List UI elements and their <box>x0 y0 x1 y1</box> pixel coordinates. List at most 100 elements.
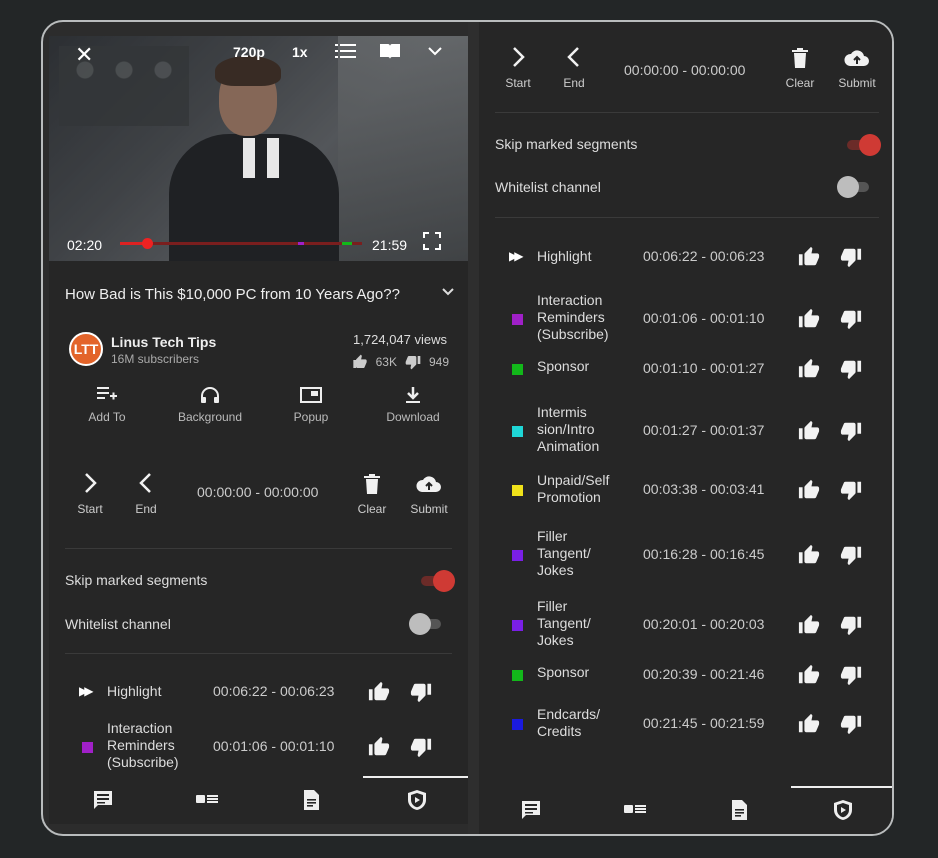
cloud-upload-icon <box>835 46 879 76</box>
downvote-icon[interactable] <box>840 358 862 380</box>
downvote-icon[interactable] <box>840 246 862 268</box>
like-icon <box>352 354 367 368</box>
upvote-icon[interactable] <box>798 479 820 501</box>
downvote-icon[interactable] <box>410 681 432 703</box>
downvote-icon[interactable] <box>840 308 862 330</box>
download-button[interactable]: Download <box>383 386 443 424</box>
related-videos-icon[interactable] <box>623 798 647 822</box>
segment-color-marker <box>82 742 93 753</box>
submit-button[interactable]: Submit <box>835 46 879 90</box>
skip-segments-toggle[interactable] <box>847 134 881 156</box>
book-icon[interactable] <box>379 42 401 65</box>
popup-icon <box>289 386 333 410</box>
close-icon[interactable]: ✕ <box>75 42 93 68</box>
like-stats: 63K 949 <box>352 354 449 370</box>
divider <box>65 548 452 549</box>
downvote-icon[interactable] <box>840 664 862 686</box>
segment-category-line: Endcards/ <box>537 706 601 722</box>
expand-description-icon[interactable] <box>442 284 454 299</box>
divider <box>495 217 879 218</box>
add-to-button[interactable]: Add To <box>87 386 127 424</box>
upvote-icon[interactable] <box>368 736 390 758</box>
related-videos-icon[interactable] <box>195 788 219 812</box>
comments-icon[interactable] <box>519 798 543 822</box>
clear-button[interactable]: Clear <box>355 472 389 516</box>
sponsorblock-controls: Start End 00:00:00 - 00:00:00 Clear Subm… <box>479 46 892 108</box>
upvote-icon[interactable] <box>798 246 820 268</box>
upvote-icon[interactable] <box>798 358 820 380</box>
end-label: End <box>563 76 585 90</box>
segment-color-marker <box>512 670 523 681</box>
start-label: Start <box>77 502 103 516</box>
cloud-upload-icon <box>407 472 451 502</box>
downvote-icon[interactable] <box>840 713 862 735</box>
like-count: 63K <box>375 355 397 369</box>
dislike-count: 949 <box>428 355 449 369</box>
upvote-icon[interactable] <box>798 713 820 735</box>
divider <box>495 112 879 113</box>
background-label: Background <box>177 410 243 424</box>
segment-row: Intermis sion/Intro Animation 00:01:27 - 00… <box>479 404 892 458</box>
submit-button[interactable]: Submit <box>407 472 451 516</box>
start-label: Start <box>505 76 531 90</box>
upvote-icon[interactable] <box>798 664 820 686</box>
whitelist-channel-toggle[interactable] <box>409 613 441 635</box>
speed-button[interactable]: 1x <box>292 44 308 60</box>
subscriber-count: 16M subscribers <box>111 352 200 366</box>
channel-name[interactable]: Linus Tech Tips <box>111 334 216 350</box>
segment-color-marker <box>512 719 523 730</box>
segment-category: Interaction Reminders (Subscribe) <box>537 292 609 343</box>
upvote-icon[interactable] <box>798 544 820 566</box>
highlight-icon: ▶▶ <box>79 684 94 698</box>
segment-category-line: Tangent/ <box>537 545 591 561</box>
quality-button[interactable]: 720p <box>233 44 265 60</box>
end-button[interactable]: End <box>131 472 161 516</box>
chevron-down-icon[interactable] <box>427 44 443 62</box>
upvote-icon[interactable] <box>368 681 390 703</box>
sponsorblock-icon[interactable] <box>405 788 429 812</box>
segment-category-line: (Subscribe) <box>537 326 609 342</box>
seek-bar[interactable] <box>120 238 362 249</box>
segment-color-marker <box>512 485 523 496</box>
downvote-icon[interactable] <box>840 614 862 636</box>
active-tab-indicator <box>363 776 468 778</box>
segment-category: Filler Tangent/Jokes <box>537 598 591 649</box>
segment-category: Sponsor <box>537 358 589 375</box>
video-player[interactable]: ✕ 720p 1x 02:20 21:59 <box>49 36 468 261</box>
comments-icon[interactable] <box>91 788 115 812</box>
channel-avatar[interactable]: LTT <box>69 332 103 366</box>
segment-category-line: Unpaid/Self <box>537 472 610 488</box>
downvote-icon[interactable] <box>840 544 862 566</box>
segment-category: Filler Tangent/Jokes <box>537 528 591 579</box>
segment-row: Endcards/Credits 00:21:45 - 00:21:59 <box>479 706 892 742</box>
end-button[interactable]: End <box>559 46 589 90</box>
segment-time: 00:16:28 - 00:16:45 <box>643 546 765 562</box>
description-icon[interactable] <box>727 798 751 822</box>
start-button[interactable]: Start <box>501 46 535 90</box>
whitelist-channel-toggle[interactable] <box>837 176 869 198</box>
upvote-icon[interactable] <box>798 308 820 330</box>
upvote-icon[interactable] <box>798 614 820 636</box>
clear-button[interactable]: Clear <box>783 46 817 90</box>
downvote-icon[interactable] <box>410 736 432 758</box>
highlight-icon: ▶▶ <box>509 249 524 263</box>
upvote-icon[interactable] <box>798 420 820 442</box>
segment-time: 00:20:01 - 00:20:03 <box>643 616 765 632</box>
queue-icon[interactable] <box>335 42 357 65</box>
downvote-icon[interactable] <box>840 479 862 501</box>
background-button[interactable]: Background <box>173 386 247 424</box>
chevron-left-icon <box>559 46 589 76</box>
skip-segments-label: Skip marked segments <box>495 136 638 152</box>
description-icon[interactable] <box>299 788 323 812</box>
start-button[interactable]: Start <box>73 472 107 516</box>
fullscreen-icon[interactable] <box>423 232 441 255</box>
popup-button[interactable]: Popup <box>289 386 333 424</box>
sponsorblock-icon[interactable] <box>831 798 855 822</box>
device-frame: ✕ 720p 1x 02:20 21:59 How Bad is This $1… <box>41 20 894 836</box>
segment-category-line: Promotion <box>537 489 601 505</box>
downvote-icon[interactable] <box>840 420 862 442</box>
skip-segments-toggle[interactable] <box>421 570 455 592</box>
seek-knob[interactable] <box>142 238 153 249</box>
pause-icon[interactable] <box>243 138 279 178</box>
segment-time-range: 00:00:00 - 00:00:00 <box>624 62 746 78</box>
